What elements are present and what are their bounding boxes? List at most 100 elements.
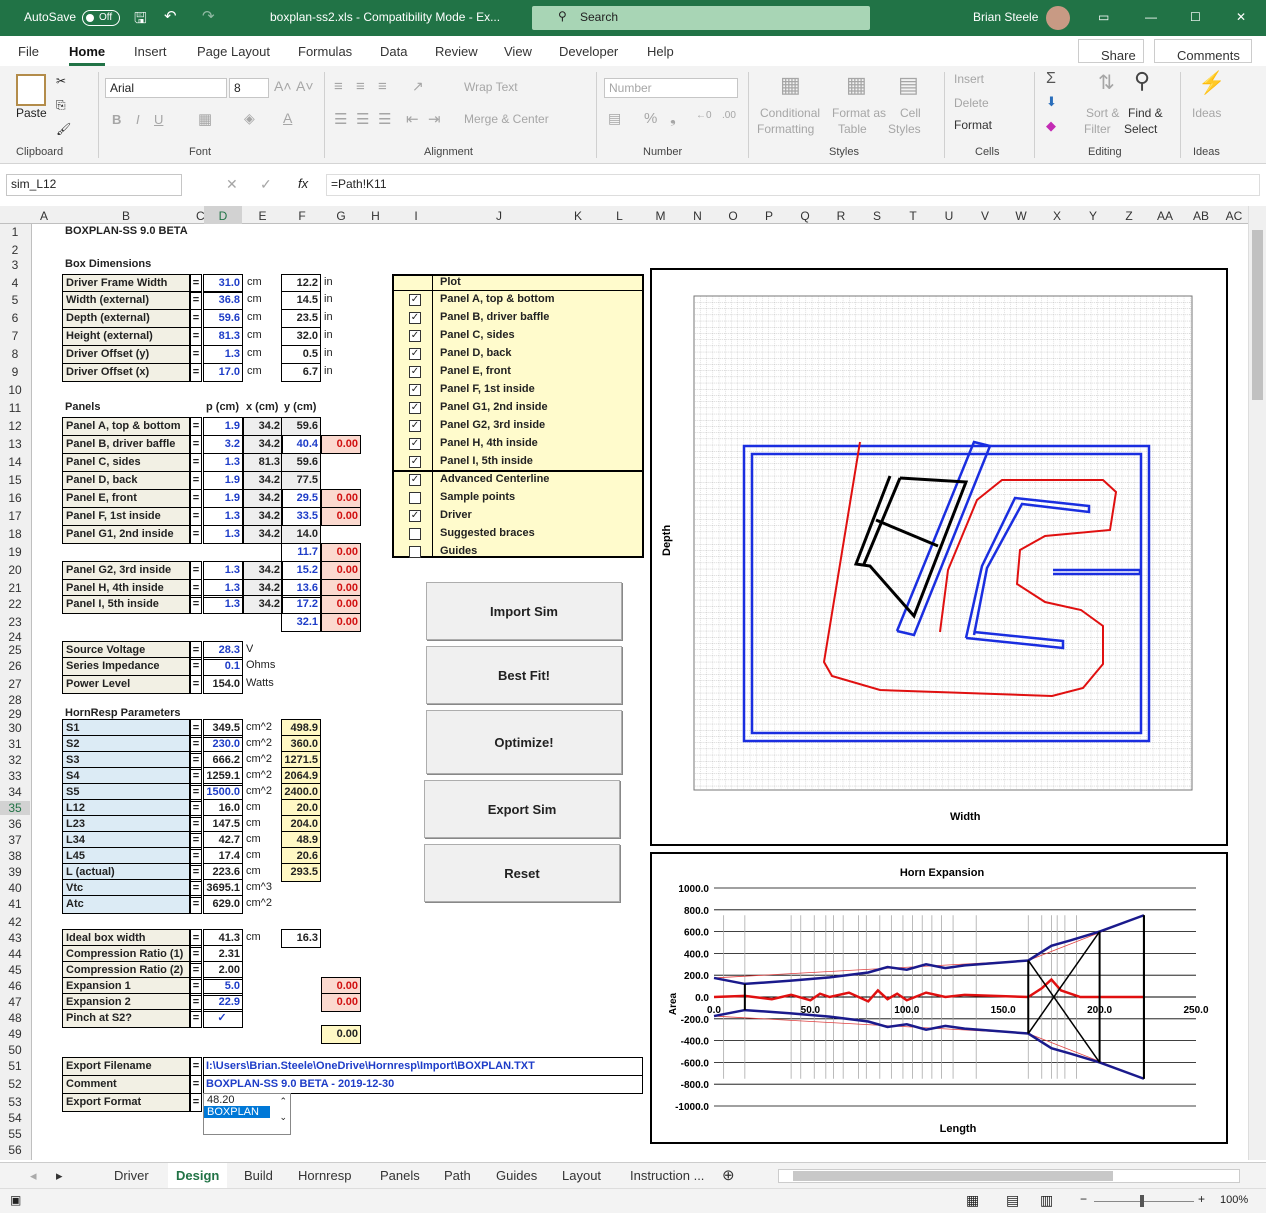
- input-cell[interactable]: 0.1: [203, 657, 243, 676]
- row-header[interactable]: 39: [0, 865, 30, 879]
- row-header[interactable]: 49: [0, 1027, 30, 1041]
- input-cell[interactable]: 17.0: [203, 363, 243, 382]
- plot-option-checkbox[interactable]: ✓: [409, 294, 421, 306]
- plot-option-checkbox[interactable]: [409, 492, 421, 504]
- scroll-thumb[interactable]: [1252, 230, 1263, 400]
- clear-icon[interactable]: ◆: [1046, 118, 1056, 134]
- column-header[interactable]: N: [680, 209, 715, 223]
- format-as-table-label1[interactable]: Format as: [832, 106, 886, 120]
- row-header[interactable]: 12: [0, 419, 30, 433]
- format-as-table-icon[interactable]: ▦: [846, 72, 867, 98]
- listbox-option-selected[interactable]: BOXPLAN: [204, 1106, 270, 1118]
- row-header[interactable]: 35: [0, 801, 30, 815]
- plot-option-checkbox[interactable]: ✓: [409, 384, 421, 396]
- add-sheet-icon[interactable]: ⊕: [722, 1166, 735, 1184]
- percent-icon[interactable]: %: [644, 110, 657, 127]
- y-cell[interactable]: 15.2: [281, 561, 321, 580]
- row-header[interactable]: 30: [0, 721, 30, 735]
- row-header[interactable]: 17: [0, 509, 30, 523]
- row-header[interactable]: 1: [0, 225, 30, 239]
- autosum-icon[interactable]: Σ: [1046, 70, 1056, 88]
- row-header[interactable]: 13: [0, 437, 30, 451]
- row-header[interactable]: 14: [0, 455, 30, 469]
- input-cell[interactable]: 1.9: [203, 489, 243, 508]
- ideas-icon[interactable]: ⚡: [1198, 70, 1225, 96]
- format-painter-icon[interactable]: 🖌: [56, 122, 71, 136]
- import-sim-button[interactable]: Import Sim: [426, 582, 622, 640]
- avatar[interactable]: [1046, 6, 1070, 30]
- cancel-icon[interactable]: ✕: [226, 176, 238, 193]
- row-header[interactable]: 6: [0, 311, 30, 325]
- y-cell[interactable]: 14.0: [281, 525, 321, 544]
- align-right-icon[interactable]: ☰: [378, 110, 391, 128]
- redo-icon[interactable]: ↷: [202, 7, 215, 25]
- export-format-listbox[interactable]: 48.20 BOXPLAN ⌃ ⌄: [203, 1093, 291, 1135]
- input-cell[interactable]: BOXPLAN-SS 9.0 BETA - 2019-12-30: [203, 1075, 643, 1094]
- copy-icon[interactable]: ⎘: [56, 98, 66, 113]
- normal-view-icon[interactable]: ▦: [966, 1192, 979, 1209]
- sheet-tab[interactable]: Build: [244, 1168, 273, 1183]
- column-header[interactable]: B: [56, 209, 196, 223]
- input-cell[interactable]: 1.3: [203, 595, 243, 614]
- best-fit-button[interactable]: Best Fit!: [426, 646, 622, 704]
- y-cell[interactable]: 40.4: [281, 435, 321, 454]
- y-cell[interactable]: 32.1: [281, 613, 321, 632]
- plot-option-checkbox[interactable]: ✓: [409, 402, 421, 414]
- autosave-toggle[interactable]: Off: [82, 10, 120, 26]
- row-header[interactable]: 34: [0, 785, 30, 799]
- column-header[interactable]: H: [359, 209, 392, 223]
- next-sheet-icon[interactable]: ▸: [56, 1168, 63, 1184]
- orientation-icon[interactable]: ↗: [412, 78, 424, 95]
- plot-option-checkbox[interactable]: ✓: [409, 312, 421, 324]
- insert-cells-button[interactable]: Insert: [954, 72, 984, 86]
- column-header[interactable]: Q: [787, 209, 823, 223]
- row-header[interactable]: 46: [0, 979, 30, 993]
- input-cell[interactable]: 1.3: [203, 507, 243, 526]
- comments-button[interactable]: Comments: [1154, 39, 1252, 63]
- row-header[interactable]: 22: [0, 597, 30, 611]
- page-break-view-icon[interactable]: ▥: [1040, 1192, 1053, 1209]
- column-header[interactable]: Z: [1111, 209, 1147, 223]
- column-header[interactable]: J: [440, 209, 558, 223]
- horizontal-scrollbar[interactable]: [778, 1169, 1240, 1183]
- sheet-tab[interactable]: Driver: [114, 1168, 149, 1183]
- row-header[interactable]: 15: [0, 473, 30, 487]
- row-header[interactable]: 50: [0, 1043, 30, 1057]
- top-align-icon[interactable]: ≡: [334, 78, 343, 95]
- accounting-icon[interactable]: ▤: [608, 110, 621, 127]
- undo-icon[interactable]: ↶: [164, 7, 177, 25]
- font-name-select[interactable]: Arial: [105, 78, 227, 98]
- layout-chart[interactable]: Depth Width: [650, 268, 1228, 846]
- row-header[interactable]: 45: [0, 963, 30, 977]
- input-cell[interactable]: 1.3: [203, 525, 243, 544]
- column-header[interactable]: A: [32, 209, 56, 223]
- align-left-icon[interactable]: ☰: [334, 110, 347, 128]
- listbox-scroll-up-icon[interactable]: ⌃: [279, 1096, 287, 1107]
- row-header[interactable]: 36: [0, 817, 30, 831]
- sort-filter-icon[interactable]: ⇅: [1098, 70, 1115, 95]
- italic-icon[interactable]: I: [136, 112, 140, 127]
- column-header[interactable]: AA: [1147, 209, 1183, 223]
- row-header[interactable]: 31: [0, 737, 30, 751]
- paste-label[interactable]: Paste: [16, 106, 47, 120]
- y-cell[interactable]: 17.2: [281, 595, 321, 614]
- fill-icon[interactable]: ⬇: [1046, 94, 1057, 110]
- tab-page-layout[interactable]: Page Layout: [197, 44, 270, 59]
- column-header[interactable]: R: [823, 209, 859, 223]
- row-header[interactable]: 57: [0, 1159, 30, 1160]
- plot-option-checkbox[interactable]: [409, 528, 421, 540]
- save-icon[interactable]: 🖫: [134, 8, 147, 33]
- cell-styles-icon[interactable]: ▤: [898, 72, 919, 98]
- tab-insert[interactable]: Insert: [134, 44, 167, 59]
- zoom-slider[interactable]: [1094, 1201, 1194, 1202]
- share-button[interactable]: Share: [1078, 39, 1144, 63]
- tab-formulas[interactable]: Formulas: [298, 44, 352, 59]
- comma-icon[interactable]: ❟: [670, 110, 676, 127]
- minimize-icon[interactable]: —: [1145, 10, 1157, 24]
- row-header[interactable]: 42: [0, 915, 30, 929]
- horn-expansion-chart[interactable]: 1000.0 800.0 600.0 400.0 200.0 0.0 -200.0 -400.…: [650, 852, 1228, 1144]
- zoom-in-icon[interactable]: +: [1198, 1192, 1205, 1206]
- format-as-table-label2[interactable]: Table: [838, 122, 867, 136]
- row-header[interactable]: 32: [0, 753, 30, 767]
- zoom-level[interactable]: 100%: [1220, 1194, 1248, 1206]
